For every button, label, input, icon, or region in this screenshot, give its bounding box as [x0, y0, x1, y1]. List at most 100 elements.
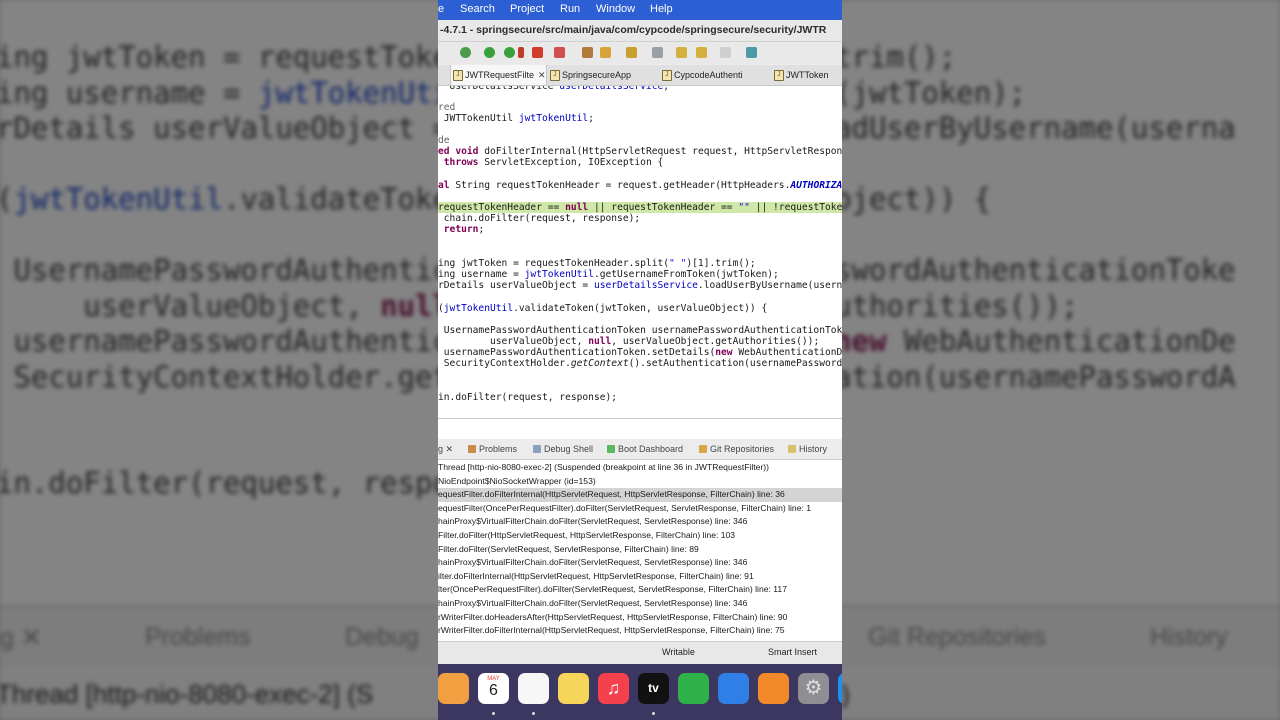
code-line: return;: [443, 224, 485, 235]
tv-app-icon[interactable]: tv: [638, 673, 669, 704]
stack-frame[interactable]: NioEndpoint$NioSocketWrapper (id=153): [438, 475, 842, 489]
run-dropdown-icon[interactable]: [518, 47, 524, 58]
stack-frame[interactable]: rWriterFilter.doHeadersAfter(HttpServlet…: [438, 611, 842, 625]
editor-tab-3[interactable]: J JWTToken: [772, 65, 829, 85]
calendar-day: 6: [489, 682, 498, 699]
disconnect-icon[interactable]: [554, 47, 565, 58]
stack-frame[interactable]: Filter.doFilter(HttpServletRequest, Http…: [438, 529, 842, 543]
code-line: al String requestTokenHeader = request.g…: [438, 180, 842, 191]
numbers-app-icon[interactable]: [678, 673, 709, 704]
code-line: (jwtTokenUtil.validateToken(jwtToken, us…: [438, 303, 768, 314]
code-line: de: [438, 135, 450, 146]
panel-tab-boot-dashboard[interactable]: Boot Dashboard: [607, 444, 683, 454]
forward-icon[interactable]: [720, 47, 731, 58]
menu-search[interactable]: Search: [460, 3, 495, 15]
editor-tab-label: JWTToken: [786, 70, 829, 80]
panel-tab-label: History: [799, 444, 828, 454]
menu-e[interactable]: e: [438, 3, 444, 15]
ide-window: e Search Project Run Window Help -4.7.1 - spr…: [438, 0, 842, 720]
notes-app-icon[interactable]: [558, 673, 589, 704]
app-store-icon[interactable]: A: [838, 673, 842, 704]
settings-app-icon[interactable]: ⚙: [798, 673, 829, 704]
toolbar: [438, 42, 842, 64]
editor-tab-2[interactable]: J CypcodeAuthenti: [660, 65, 743, 85]
boot-dashboard-icon: [607, 445, 615, 453]
menu-window[interactable]: Window: [596, 3, 635, 15]
back-icon[interactable]: [696, 47, 707, 58]
running-indicator: [492, 712, 495, 715]
stack-frame[interactable]: rWriterFilter.doFilterInternal(HttpServl…: [438, 624, 842, 638]
editor-tab-1[interactable]: J SpringsecureApp: [548, 65, 631, 85]
open-type-icon[interactable]: [626, 47, 637, 58]
window-title: -4.7.1 - springsecure/src/main/java/com/…: [438, 20, 842, 42]
stack-frame[interactable]: hainProxy$VirtualFilterChain.doFilter(Se…: [438, 597, 842, 611]
menu-help[interactable]: Help: [650, 3, 673, 15]
pages-app-icon[interactable]: [758, 673, 789, 704]
code-line: rDetails userValueObject = userDetailsSe…: [438, 280, 842, 291]
code-line: UsernamePasswordAuthenticationToken user…: [438, 325, 842, 336]
bottom-panel-tabs: g ✕ Problems Debug Shell Boot Dashboard Git …: [438, 439, 842, 460]
code-line: requestTokenHeader == null || requestTok…: [438, 202, 842, 213]
insert-mode-status: Smart Insert: [768, 647, 818, 657]
close-icon[interactable]: ✕: [538, 70, 546, 80]
git-icon: [699, 445, 707, 453]
panel-tab-label: Git Repositories: [710, 444, 775, 454]
app-store-glyph-icon: A: [838, 673, 842, 704]
panel-tab-debug-shell[interactable]: Debug Shell: [533, 444, 593, 454]
keynote-app-icon[interactable]: [718, 673, 749, 704]
gear-icon: ⚙: [804, 677, 823, 699]
stack-frame[interactable]: Thread [http-nio-8080-exec-2] (Suspended…: [438, 461, 842, 475]
code-line: red: [438, 102, 456, 113]
panel-tab-label: Debug Shell: [544, 444, 594, 454]
stack-frame[interactable]: hainProxy$VirtualFilterChain.doFilter(Se…: [438, 556, 842, 570]
settings-gear-icon[interactable]: [460, 47, 471, 58]
panel-tab-problems[interactable]: Problems: [468, 444, 517, 454]
perspective-icon[interactable]: [746, 47, 757, 58]
panel-tab-git[interactable]: Git Repositories: [699, 444, 774, 454]
editor-tab-label: JWTRequestFilte: [465, 70, 535, 80]
code-line: throws ServletException, IOException {: [443, 157, 664, 168]
stack-frame[interactable]: hainProxy$VirtualFilterChain.doFilter(Se…: [438, 515, 842, 529]
problems-icon: [468, 445, 476, 453]
code-editor[interactable]: UserDetailsService userDetailsService; re…: [438, 86, 842, 418]
editor-tab-0[interactable]: J JWTRequestFilte ✕: [450, 65, 547, 85]
java-file-icon: J: [662, 70, 672, 81]
photos-app-icon[interactable]: [438, 673, 469, 704]
stop-icon[interactable]: [532, 47, 543, 58]
code-line: JWTTokenUtil jwtTokenUtil;: [438, 113, 594, 124]
editor-tabs: J JWTRequestFilte ✕ J SpringsecureApp J Cypcod…: [438, 65, 842, 86]
stack-frame[interactable]: equestFilter(OncePerRequestFilter).doFil…: [438, 502, 842, 516]
calendar-app-icon[interactable]: MAY 6: [478, 673, 509, 704]
editor-tab-label: SpringsecureApp: [562, 70, 632, 80]
next-annotation-icon[interactable]: [652, 47, 663, 58]
debug-shell-icon: [533, 445, 541, 453]
running-indicator: [652, 712, 655, 715]
previous-annotation-icon[interactable]: [676, 47, 687, 58]
menu-bar: e Search Project Run Window Help: [438, 0, 842, 20]
close-icon[interactable]: ✕: [443, 444, 454, 454]
status-bar: Writable Smart Insert: [438, 641, 842, 664]
panel-tab-history[interactable]: History: [788, 444, 827, 454]
menu-run[interactable]: Run: [560, 3, 580, 15]
debug-panel: g ✕ Problems Debug Shell Boot Dashboard Git …: [438, 418, 842, 641]
reminders-app-icon[interactable]: [518, 673, 549, 704]
code-line: ing username = jwtTokenUtil.getUsernameF…: [438, 269, 779, 280]
menu-project[interactable]: Project: [510, 3, 544, 15]
new-class-icon[interactable]: [600, 47, 611, 58]
java-file-icon: J: [550, 70, 560, 81]
history-icon: [788, 445, 796, 453]
panel-tab-close[interactable]: g ✕: [438, 444, 453, 455]
code-line: UserDetailsService userDetailsService;: [438, 86, 670, 92]
music-app-icon[interactable]: ♫: [598, 673, 629, 704]
run-icon[interactable]: [504, 47, 515, 58]
stack-frame[interactable]: equestFilter.doFilterInternal(HttpServle…: [438, 488, 842, 502]
stack-frame[interactable]: Filter.doFilter(ServletRequest, ServletR…: [438, 543, 842, 557]
stack-frame[interactable]: ilter.doFilterInternal(HttpServletReques…: [438, 570, 842, 584]
code-line: ed void doFilterInternal(HttpServletRequ…: [438, 146, 842, 157]
stack-frame[interactable]: lter(OncePerRequestFilter).doFilter(Serv…: [438, 583, 842, 597]
writable-status: Writable: [662, 647, 695, 657]
new-package-icon[interactable]: [582, 47, 593, 58]
code-line: usernamePasswordAuthenticationToken.setD…: [438, 347, 842, 358]
run-debug-icon[interactable]: [484, 47, 495, 58]
dock: MAY6 ♫ tv ⚙ A: [438, 664, 842, 720]
